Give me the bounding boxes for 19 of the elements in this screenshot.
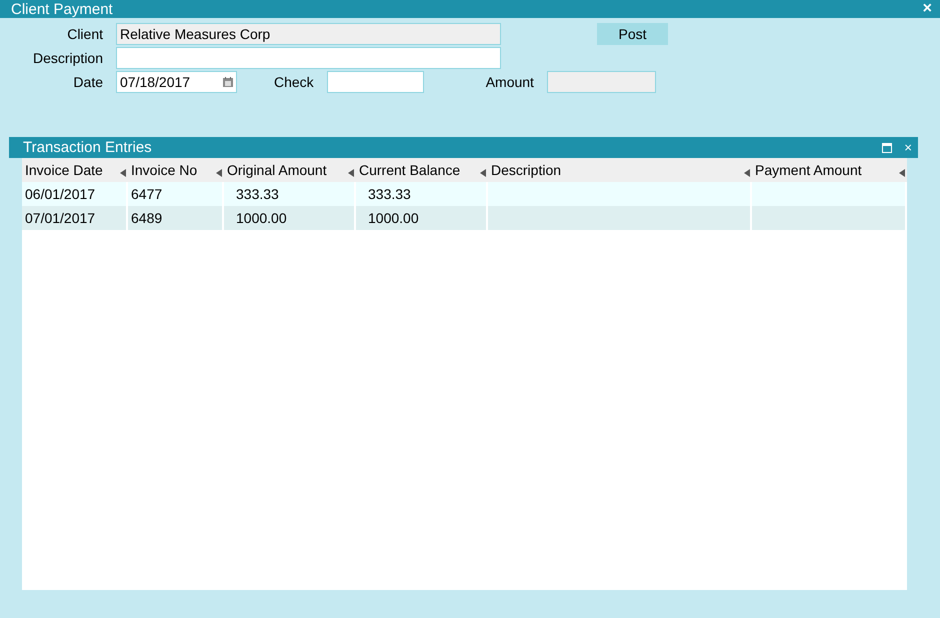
post-button[interactable]: Post [597, 23, 668, 45]
field-label: Client [66, 26, 103, 42]
table-cell: 6489 [128, 206, 224, 230]
date-field[interactable]: 07/18/2017 [116, 71, 237, 93]
close-button[interactable]: × [922, 1, 932, 17]
window-title: Client Payment [11, 0, 113, 18]
table-cell: 1000.00 [224, 206, 356, 230]
field-label: Date [72, 74, 103, 90]
close-button[interactable]: × [904, 140, 912, 154]
panel-title: Transaction Entries [23, 139, 153, 156]
table-cell: 07/01/2017 [22, 206, 128, 230]
input-field[interactable] [326, 71, 424, 93]
table-cell: 1000.00 [356, 206, 488, 230]
calendar-icon[interactable] [223, 77, 233, 87]
field-label: Check [274, 74, 314, 90]
field-label: Amount [486, 74, 534, 90]
input-field[interactable] [116, 47, 501, 69]
maximize-button[interactable] [882, 142, 892, 152]
field-label: Description [32, 50, 103, 66]
